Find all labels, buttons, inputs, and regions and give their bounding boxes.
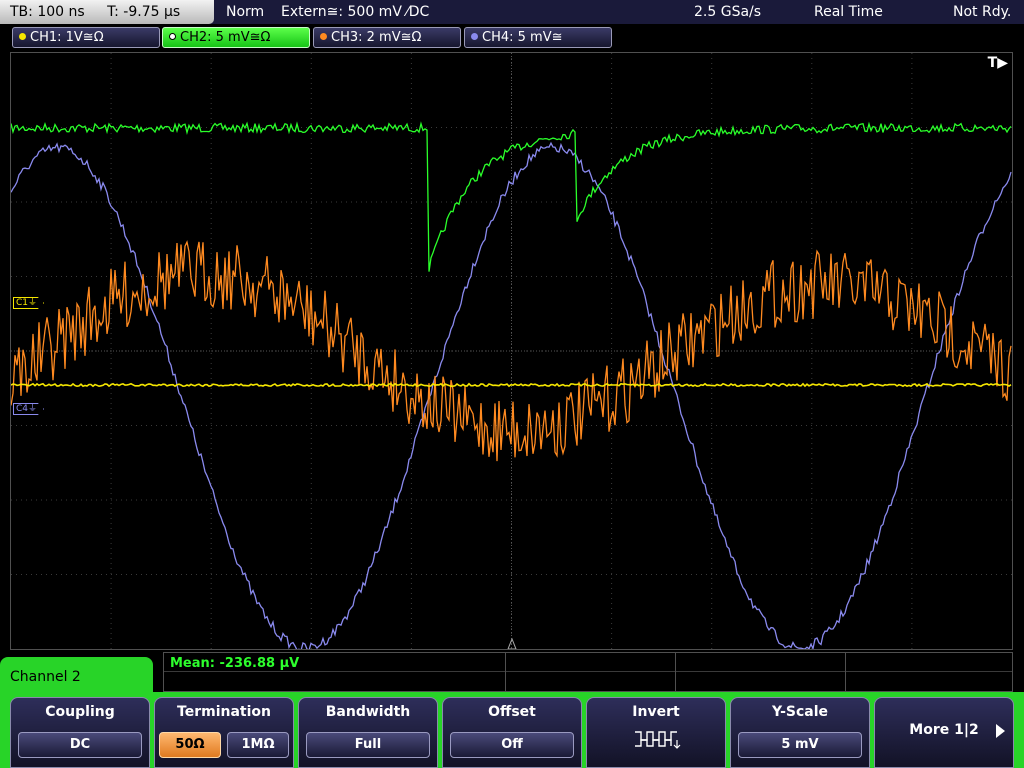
offset-softkey[interactable]: Offset Off — [442, 697, 582, 768]
tab-ch1-label: CH1: 1V≅Ω — [30, 30, 104, 45]
yscale-value[interactable]: 5 mV — [738, 732, 862, 758]
termination-label: Termination — [177, 704, 271, 720]
tab-ch4-label: CH4: 5 mV≅ — [482, 30, 563, 45]
graticule-grid — [11, 53, 1012, 649]
invert-softkey[interactable]: Invert — [586, 697, 726, 768]
acquisition-state: Not Rdy. — [953, 4, 1012, 20]
invert-label: Invert — [632, 704, 680, 720]
menu-title: Channel 2 — [0, 657, 153, 697]
tab-ch1[interactable]: CH1: 1V≅Ω — [12, 27, 160, 48]
channel-tab-row: CH1: 1V≅Ω CH2: 5 mV≅Ω CH3: 2 mV≅Ω CH4: 5… — [0, 24, 1024, 50]
trigger-source[interactable]: Extern≅: 500 mV ⁄DC — [281, 0, 429, 24]
ch1-dot-icon — [19, 33, 26, 40]
measurement-panel: Mean: -236.88 µV — [163, 652, 1013, 692]
invert-wave-icon — [635, 731, 681, 749]
trigger-flag-icon: T▶ — [987, 55, 1008, 71]
ch3-dot-icon — [320, 33, 327, 40]
tab-ch2-label: CH2: 5 mV≅Ω — [180, 30, 271, 45]
termination-1mohm-option[interactable]: 1MΩ — [227, 732, 289, 758]
termination-softkey[interactable]: Termination 50Ω 1MΩ — [154, 697, 294, 768]
tab-ch3-label: CH3: 2 mV≅Ω — [331, 30, 422, 45]
measure-divider — [505, 653, 506, 691]
measure-divider — [164, 671, 1012, 672]
tab-ch3[interactable]: CH3: 2 mV≅Ω — [313, 27, 461, 48]
timebase-box[interactable]: TB: 100 ns T: -9.75 µs — [0, 0, 214, 24]
ch2-dot-icon — [169, 33, 176, 40]
measure-divider — [845, 653, 846, 691]
more-label: More 1|2 — [909, 722, 979, 738]
more-arrow-icon — [996, 724, 1005, 738]
timebase-value: TB: 100 ns — [10, 4, 85, 20]
ch1-waveform — [11, 382, 1012, 388]
more-softkey[interactable]: More 1|2 — [874, 697, 1014, 768]
status-bar: TB: 100 ns T: -9.75 µs Norm Extern≅: 500… — [0, 0, 1024, 24]
yscale-label: Y-Scale — [771, 704, 828, 720]
ch4-ground-marker[interactable]: C4⏚ — [13, 403, 45, 415]
coupling-label: Coupling — [45, 704, 115, 720]
acquisition-mode: Real Time — [814, 4, 883, 20]
mean-measurement: Mean: -236.88 µV — [170, 656, 300, 671]
measure-divider — [675, 653, 676, 691]
bandwidth-softkey[interactable]: Bandwidth Full — [298, 697, 438, 768]
ch4-dot-icon — [471, 33, 478, 40]
offset-label: Offset — [488, 704, 536, 720]
termination-50ohm-option[interactable]: 50Ω — [159, 732, 221, 758]
tab-ch4[interactable]: CH4: 5 mV≅ — [464, 27, 612, 48]
sample-rate: 2.5 GSa/s — [694, 4, 762, 20]
trigger-time-value: T: -9.75 µs — [107, 4, 181, 20]
waveform-display[interactable]: T▶ C1⏚ C4⏚ — [10, 52, 1013, 650]
bandwidth-label: Bandwidth — [325, 704, 411, 720]
coupling-softkey[interactable]: Coupling DC — [10, 697, 150, 768]
tab-ch2[interactable]: CH2: 5 mV≅Ω — [162, 27, 310, 48]
offset-value[interactable]: Off — [450, 732, 574, 758]
coupling-value[interactable]: DC — [18, 732, 142, 758]
waveform-canvas — [11, 53, 1012, 649]
ch1-ground-marker[interactable]: C1⏚ — [13, 297, 45, 309]
bandwidth-value[interactable]: Full — [306, 732, 430, 758]
yscale-softkey[interactable]: Y-Scale 5 mV — [730, 697, 870, 768]
trigger-mode[interactable]: Norm — [226, 0, 264, 24]
